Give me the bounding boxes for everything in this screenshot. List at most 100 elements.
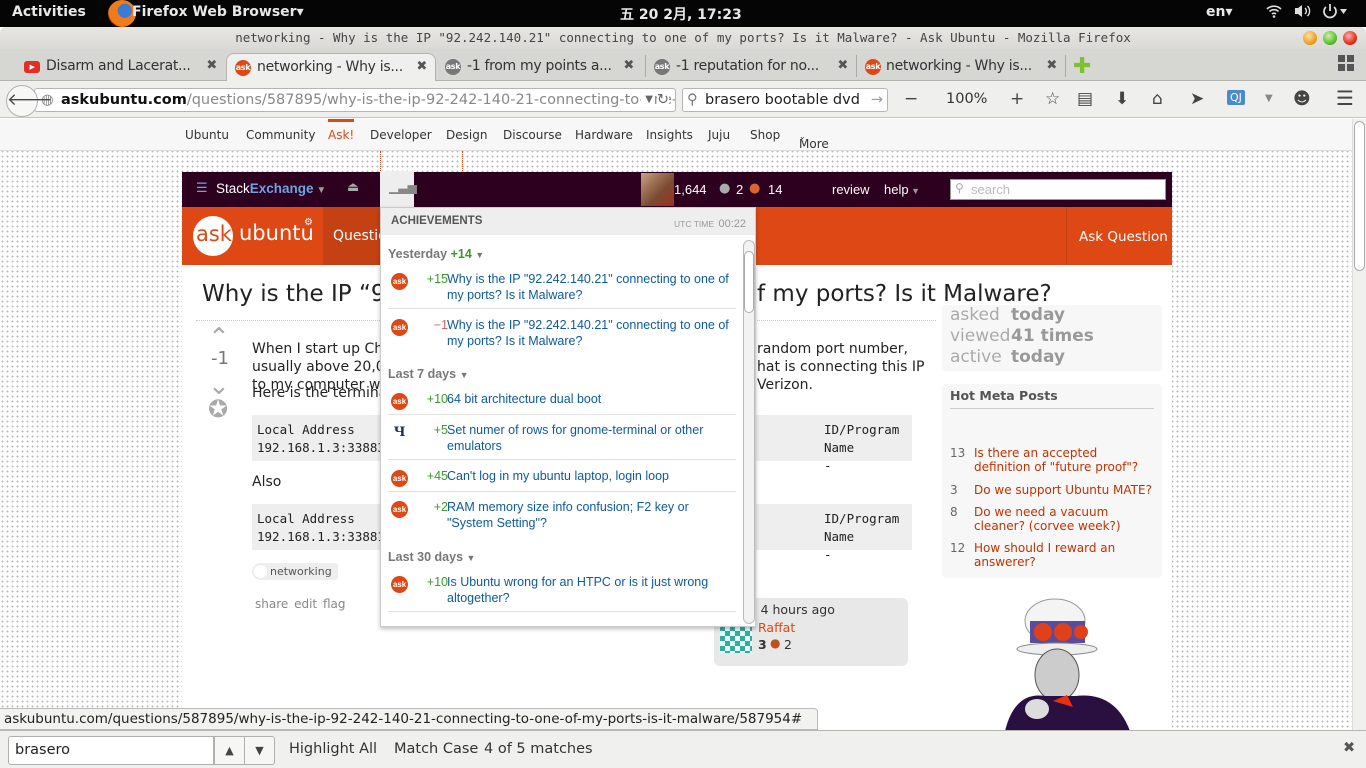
achievement-item[interactable]: ask +10 Is Ubuntu wrong for an HTPC or i… (388, 574, 736, 612)
nav-community[interactable]: Community (246, 128, 315, 142)
search-bar[interactable]: ⚲ brasero bootable dvd → (682, 88, 888, 112)
send-icon[interactable]: ➤ (1190, 89, 1204, 109)
downvote-icon[interactable]: ⌃ (208, 368, 230, 398)
achievement-link[interactable]: RAM memory size info confusion; F2 key o… (447, 500, 732, 531)
url-bar[interactable]: ◍ askubuntu.com/questions/587895/why-is-… (34, 88, 676, 112)
achievements-button[interactable]: ▁▃▅ (380, 171, 417, 207)
hot-meta-link[interactable]: How should I reward an answerer? (974, 541, 1154, 569)
nav-developer[interactable]: Developer (370, 128, 432, 142)
nav-hardware[interactable]: Hardware (575, 128, 633, 142)
nav-insights[interactable]: Insights (646, 128, 693, 142)
stackexchange-menu[interactable]: StackExchange ▼ (216, 181, 326, 196)
question-title-left[interactable]: Why is the IP “92 (202, 281, 400, 307)
find-previous-button[interactable]: ▲ (214, 736, 245, 765)
achievement-link[interactable]: Why is the IP "92.242.140.21" connecting… (447, 318, 732, 349)
nav-juju[interactable]: Juju (708, 128, 730, 142)
edit-link[interactable]: edit (294, 597, 317, 611)
home-icon[interactable]: ⌂ (1152, 89, 1163, 109)
hot-meta-link[interactable]: Do we need a vacuum cleaner? (corvee wee… (974, 505, 1154, 533)
nav-design[interactable]: Design (446, 128, 487, 142)
help-menu[interactable]: help ▼ (884, 182, 920, 197)
zoom-level[interactable]: 100% (946, 91, 987, 107)
close-tab-icon[interactable]: ✖ (416, 54, 427, 80)
page-scrollbar-thumb[interactable] (1354, 121, 1365, 271)
nav-ask[interactable]: Ask! (328, 119, 355, 142)
favorite-star-icon[interactable]: ✪ (208, 395, 228, 423)
share-link[interactable]: share (255, 597, 288, 611)
url-history-dropdown-icon[interactable]: ▼ (641, 89, 653, 111)
back-button[interactable]: 🡐 (6, 85, 53, 117)
achievement-item[interactable]: ask +10 64 bit architecture dual boot (388, 391, 736, 415)
close-tab-icon[interactable]: ✖ (1046, 53, 1057, 79)
hamburger-menu-icon[interactable]: ☰ (1336, 86, 1354, 110)
question-title-right[interactable]: f my ports? Is it Malware? (757, 281, 1052, 307)
new-tab-plus-icon[interactable]: ✚ (1073, 54, 1091, 79)
tab-youtube[interactable]: ▶ Disarm and Lacerat... ✖ (0, 53, 225, 81)
flag-link[interactable]: flag (323, 597, 346, 611)
zoom-out-button[interactable]: − (904, 89, 918, 109)
qj-dropdown-icon[interactable]: ▼ (1265, 93, 1273, 104)
nav-shop[interactable]: Shop (750, 128, 780, 142)
search-go-arrow-icon[interactable]: → (871, 89, 883, 111)
highlight-all-toggle[interactable]: Highlight All (289, 741, 377, 757)
achievements-scrollbar[interactable] (743, 240, 755, 624)
logo-ask[interactable]: ask (196, 222, 232, 246)
downloads-icon[interactable]: ⬇ (1115, 89, 1129, 109)
page-scrollbar[interactable] (1352, 119, 1366, 730)
tab-groups-icon[interactable] (1338, 55, 1354, 75)
achievement-link[interactable]: Is Ubuntu wrong for an HTPC or is it jus… (447, 575, 732, 606)
nav-more[interactable]: More ⌄ (799, 128, 829, 151)
inbox-icon[interactable]: ⏏ (347, 180, 359, 195)
nav-discourse[interactable]: Discourse (503, 128, 562, 142)
tab-minus-one-reputation[interactable]: ask -1 reputation for no... ✖ (646, 53, 856, 81)
ask-question-button[interactable]: Ask Question (1066, 207, 1172, 265)
activities-button[interactable]: Activities (12, 4, 86, 20)
bookmarks-menu-icon[interactable]: ▤ (1077, 89, 1093, 109)
close-tab-icon[interactable]: ✖ (623, 53, 634, 79)
period-yesterday[interactable]: Yesterday +14 ▼ (388, 247, 484, 261)
hot-meta-link[interactable]: Is there an accepted definition of "futu… (974, 446, 1154, 474)
volume-icon[interactable] (1294, 3, 1312, 23)
achievement-item[interactable]: ask +2 RAM memory size info confusion; F… (388, 499, 736, 537)
bookmark-star-icon[interactable]: ☆ (1045, 89, 1060, 109)
achievement-item[interactable]: ask −1 Why is the IP "92.242.140.21" con… (388, 317, 736, 355)
tab-networking-2[interactable]: ask networking - Why is... ✖ (857, 53, 1065, 81)
achievement-link[interactable]: Can't log in my ubuntu laptop, login loo… (447, 469, 732, 485)
nav-ubuntu[interactable]: Ubuntu (185, 128, 229, 142)
ad-image-uncle-sam[interactable] (985, 591, 1145, 730)
find-next-button[interactable]: ▼ (244, 736, 275, 765)
achievement-link[interactable]: Set numer of rows for gnome-terminal or … (447, 423, 732, 454)
qj-addon-icon[interactable]: QJ (1227, 90, 1245, 105)
period-last-7-days[interactable]: Last 7 days ▼ (388, 367, 469, 381)
scrollbar-thumb[interactable] (744, 251, 754, 313)
chat-icon[interactable]: ☻ (1293, 89, 1311, 109)
language-indicator[interactable]: en▾ (1206, 4, 1233, 20)
site-search-input[interactable]: ⚲ search (950, 179, 1166, 200)
questions-tab[interactable]: Questions (323, 207, 403, 265)
tag-networking[interactable]: networking (252, 563, 338, 580)
logo-ubuntu[interactable]: ubuntu (239, 221, 314, 245)
zoom-in-button[interactable]: + (1010, 89, 1024, 109)
power-icon[interactable] (1322, 3, 1348, 23)
hot-meta-link[interactable]: Do we support Ubuntu MATE? (974, 483, 1154, 497)
wifi-icon[interactable] (1266, 3, 1282, 23)
app-menu[interactable]: Firefox Web Browser▾ (132, 4, 304, 20)
maximize-button[interactable] (1323, 31, 1337, 45)
close-window-button[interactable] (1343, 31, 1357, 45)
period-last-30-days[interactable]: Last 30 days ▼ (388, 550, 475, 564)
close-tab-icon[interactable]: ✖ (206, 53, 217, 79)
achievement-link[interactable]: 64 bit architecture dual boot (447, 392, 732, 408)
minimize-button[interactable] (1303, 31, 1317, 45)
close-find-bar-icon[interactable]: ✖ (1343, 740, 1355, 756)
achievement-item[interactable]: ask +15 Why is the IP "92.242.140.21" co… (388, 271, 736, 309)
match-case-toggle[interactable]: Match Case (394, 741, 478, 757)
find-input[interactable]: brasero (8, 736, 214, 765)
clock[interactable]: 五 20 2月, 17:23 (620, 4, 742, 24)
achievement-link[interactable]: Why is the IP "92.242.140.21" connecting… (447, 272, 732, 303)
user-name[interactable]: Raffat (758, 620, 795, 635)
tab-networking-active[interactable]: ask networking - Why is... ✖ (226, 53, 436, 82)
close-tab-icon[interactable]: ✖ (837, 53, 848, 79)
achievement-item[interactable]: ask +45 Can't log in my ubuntu laptop, l… (388, 468, 736, 492)
review-link[interactable]: review (832, 182, 870, 197)
reload-icon[interactable]: ↻ (656, 89, 669, 111)
